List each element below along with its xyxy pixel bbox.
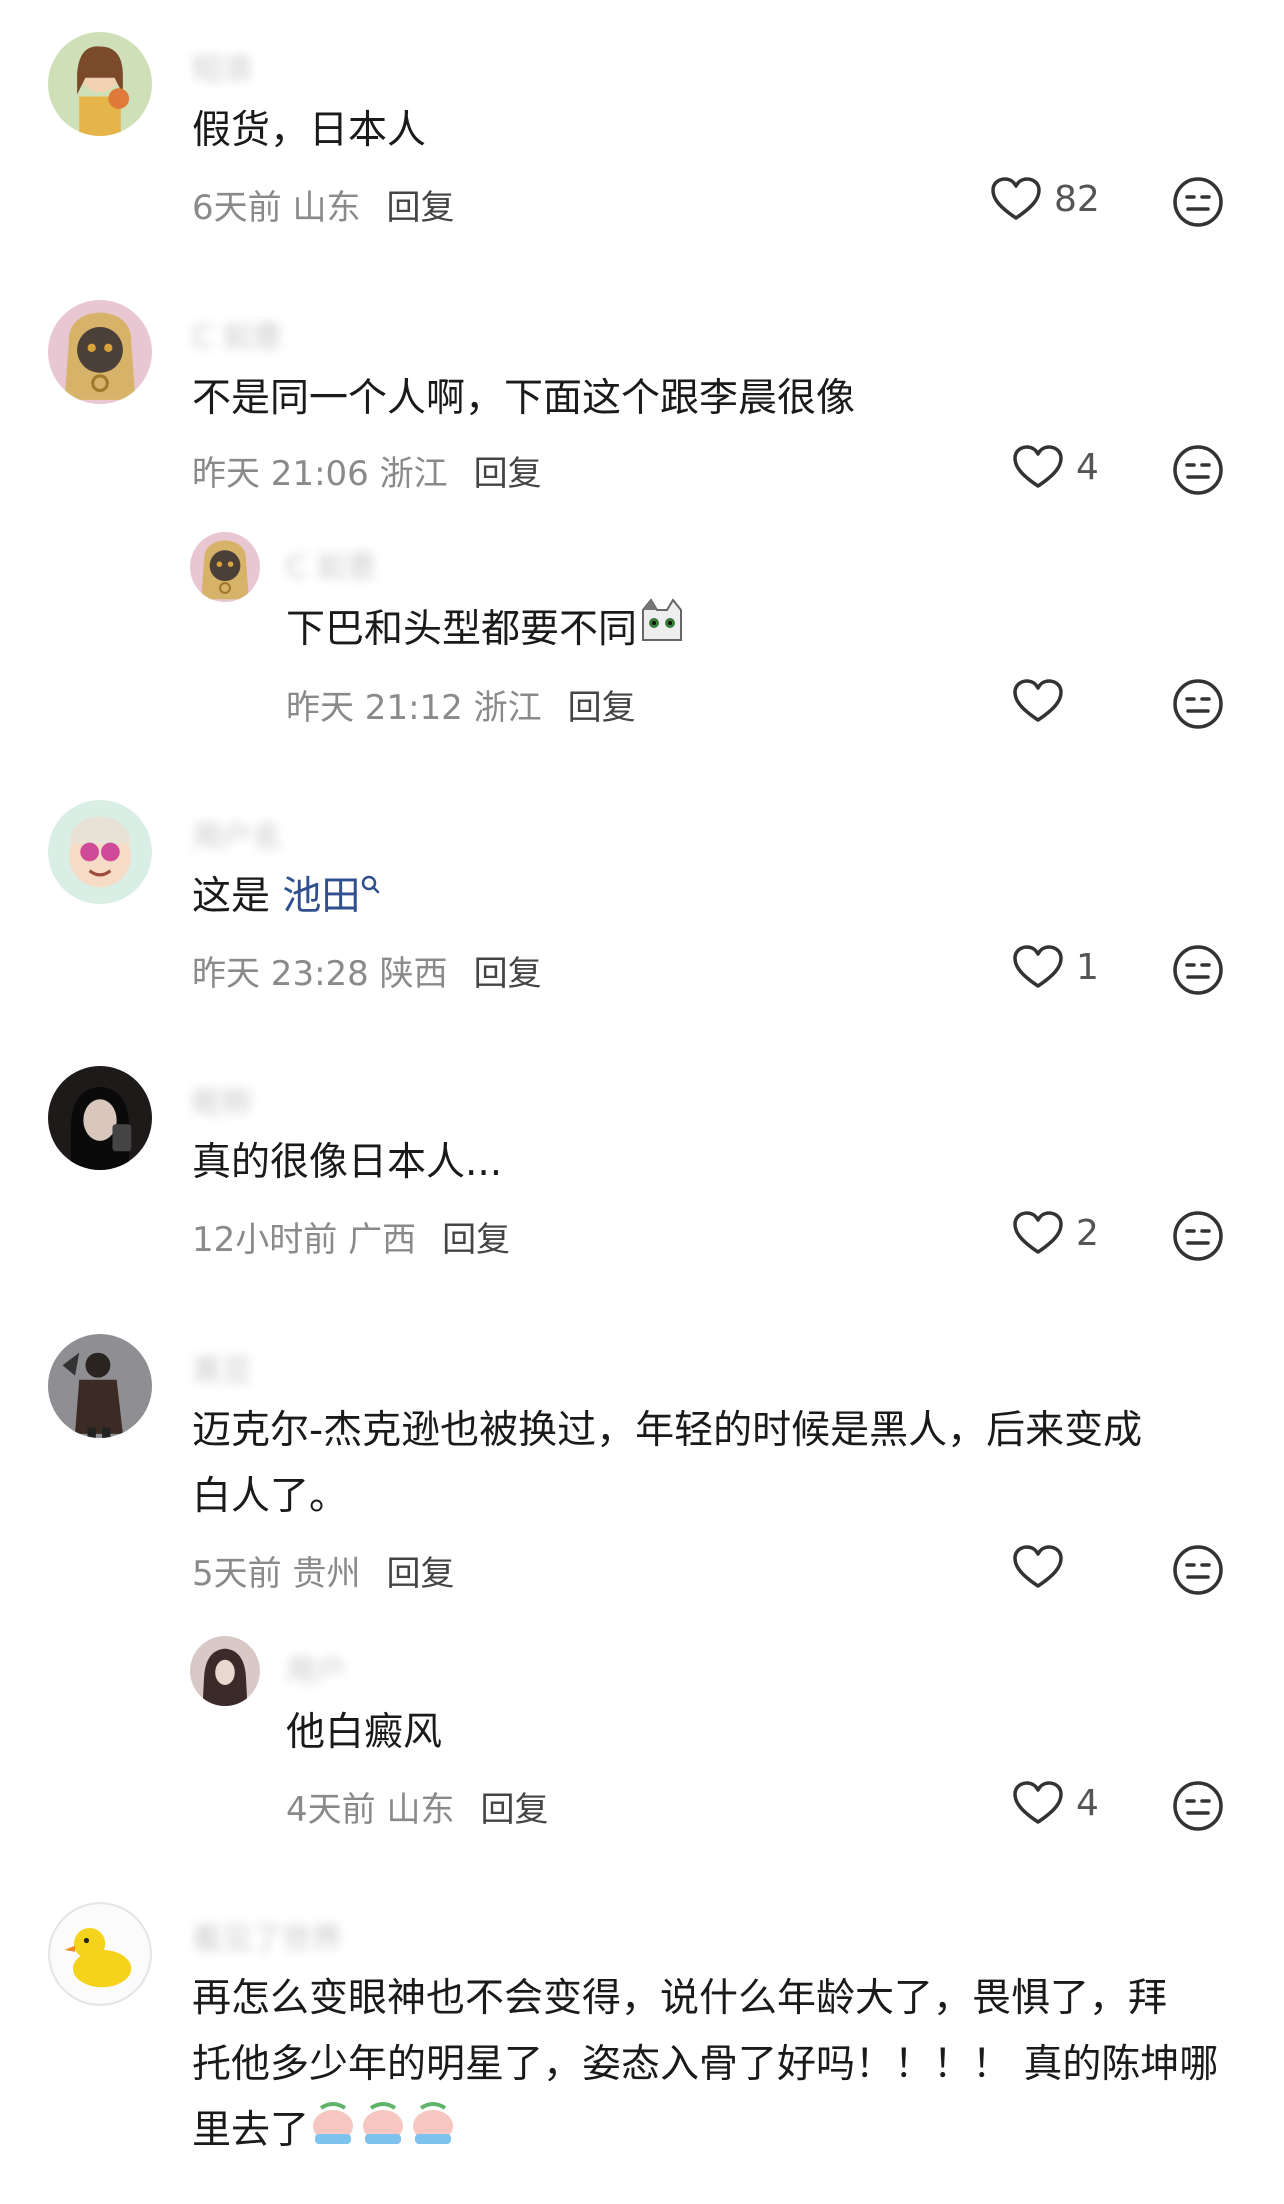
neutral-face-icon[interactable] <box>1172 944 1224 996</box>
comment-text-line-1: 迈克尔-杰克逊也被换过，年轻的时候是黑人，后来变成 <box>192 1408 1143 1453</box>
avatar[interactable] <box>48 1334 152 1438</box>
heart-outline-icon <box>991 177 1041 220</box>
comment-meta: 4天前 山东 回复 <box>286 1782 548 1831</box>
avatar[interactable] <box>48 300 152 404</box>
reply-button[interactable]: 回复 <box>442 1220 510 1260</box>
like-count: 1 <box>1076 946 1099 988</box>
username[interactable]: C 如意 <box>192 312 282 356</box>
search-icon[interactable] <box>360 874 382 900</box>
comment-text-line-2: 托他多少年的明星了，姿态入骨了好吗！！！！ 真的陈坤哪 <box>192 2042 1219 2087</box>
reply-button[interactable]: 回复 <box>386 1554 454 1594</box>
comment-text: 假货，日本人 <box>192 108 427 153</box>
timestamp-location: 12小时前 广西 <box>192 1220 417 1260</box>
comment-text: 下巴和头型都要不同 <box>286 596 687 667</box>
avatar[interactable] <box>190 532 260 602</box>
like-count: 4 <box>1076 1782 1099 1824</box>
username[interactable]: 黑豆 <box>192 1346 252 1390</box>
neutral-face-icon[interactable] <box>1172 1544 1224 1596</box>
reply-button[interactable]: 回复 <box>474 954 542 994</box>
username[interactable]: 看见了世界 <box>192 1914 342 1958</box>
username[interactable]: C 如意 <box>286 542 376 586</box>
timestamp-location: 昨天 21:12 浙江 <box>286 688 542 728</box>
like-button[interactable]: 2 <box>1012 1210 1099 1256</box>
heart-outline-icon <box>1013 679 1063 722</box>
like-button[interactable]: 82 <box>990 176 1100 222</box>
avatar[interactable] <box>48 32 152 136</box>
like-button[interactable]: 4 <box>1012 1780 1099 1826</box>
comment-text-prefix: 这是 <box>192 874 283 919</box>
like-count: 82 <box>1054 178 1100 220</box>
username[interactable]: 用户名 <box>192 812 282 856</box>
neutral-face-icon[interactable] <box>1172 678 1224 730</box>
comment-text-line-3-body: 里去了 <box>192 2108 310 2153</box>
timestamp-location: 4天前 山东 <box>286 1790 455 1830</box>
neutral-face-icon[interactable] <box>1172 1210 1224 1262</box>
avatar[interactable] <box>190 1636 260 1706</box>
like-button[interactable]: 4 <box>1012 444 1099 490</box>
comment-text-line-2: 白人了。 <box>192 1474 349 1519</box>
like-count: 4 <box>1076 446 1099 488</box>
reply-button[interactable]: 回复 <box>480 1790 548 1830</box>
username[interactable]: 昵称 <box>192 1078 252 1122</box>
neutral-face-icon[interactable] <box>1172 176 1224 228</box>
timestamp-location: 6天前 山东 <box>192 188 361 228</box>
heart-outline-icon <box>1013 945 1063 988</box>
timestamp-location: 5天前 贵州 <box>192 1554 361 1594</box>
avatar[interactable] <box>48 1902 152 2006</box>
crying-emoji-icon <box>309 2098 459 2167</box>
avatar[interactable] <box>48 800 152 904</box>
like-button[interactable]: 1 <box>1012 944 1099 990</box>
comment-meta: 6天前 山东 回复 <box>192 180 454 229</box>
heart-outline-icon <box>1013 445 1063 488</box>
comment-meta: 昨天 23:28 陕西 回复 <box>192 946 542 995</box>
comment-text: 这是 池田 <box>192 864 382 930</box>
heart-outline-icon <box>1013 1211 1063 1254</box>
reply-button[interactable]: 回复 <box>474 454 542 494</box>
comment-text: 不是同一个人啊，下面这个跟李晨很像 <box>192 376 856 421</box>
username[interactable]: 用户 <box>286 1646 346 1690</box>
neutral-face-icon[interactable] <box>1172 1780 1224 1832</box>
heart-outline-icon <box>1013 1545 1063 1588</box>
like-button[interactable] <box>1012 1544 1076 1590</box>
comment-meta: 12小时前 广西 回复 <box>192 1212 510 1261</box>
comment-text-body: 下巴和头型都要不同 <box>286 607 638 652</box>
comment-text-line-3: 里去了 <box>192 2098 459 2167</box>
cat-emoji-icon <box>637 596 687 667</box>
reply-button[interactable]: 回复 <box>568 688 636 728</box>
timestamp-location: 昨天 23:28 陕西 <box>192 954 448 994</box>
comment-meta: 昨天 21:12 浙江 回复 <box>286 680 636 729</box>
comment-meta: 昨天 21:06 浙江 回复 <box>192 446 542 495</box>
avatar[interactable] <box>48 1066 152 1170</box>
search-link[interactable]: 池田 <box>282 874 360 919</box>
reply-button[interactable]: 回复 <box>386 188 454 228</box>
comment-meta: 5天前 贵州 回复 <box>192 1546 454 1595</box>
comment-text-line-1: 再怎么变眼神也不会变得，说什么年龄大了，畏惧了，拜 <box>192 1976 1168 2021</box>
comment-text: 真的很像日本人... <box>192 1140 503 1185</box>
like-count: 2 <box>1076 1212 1099 1254</box>
username[interactable]: 短浪 <box>192 44 252 88</box>
heart-outline-icon <box>1013 1781 1063 1824</box>
comment-text: 他白癜风 <box>286 1710 443 1755</box>
timestamp-location: 昨天 21:06 浙江 <box>192 454 448 494</box>
like-button[interactable] <box>1012 678 1076 724</box>
neutral-face-icon[interactable] <box>1172 444 1224 496</box>
